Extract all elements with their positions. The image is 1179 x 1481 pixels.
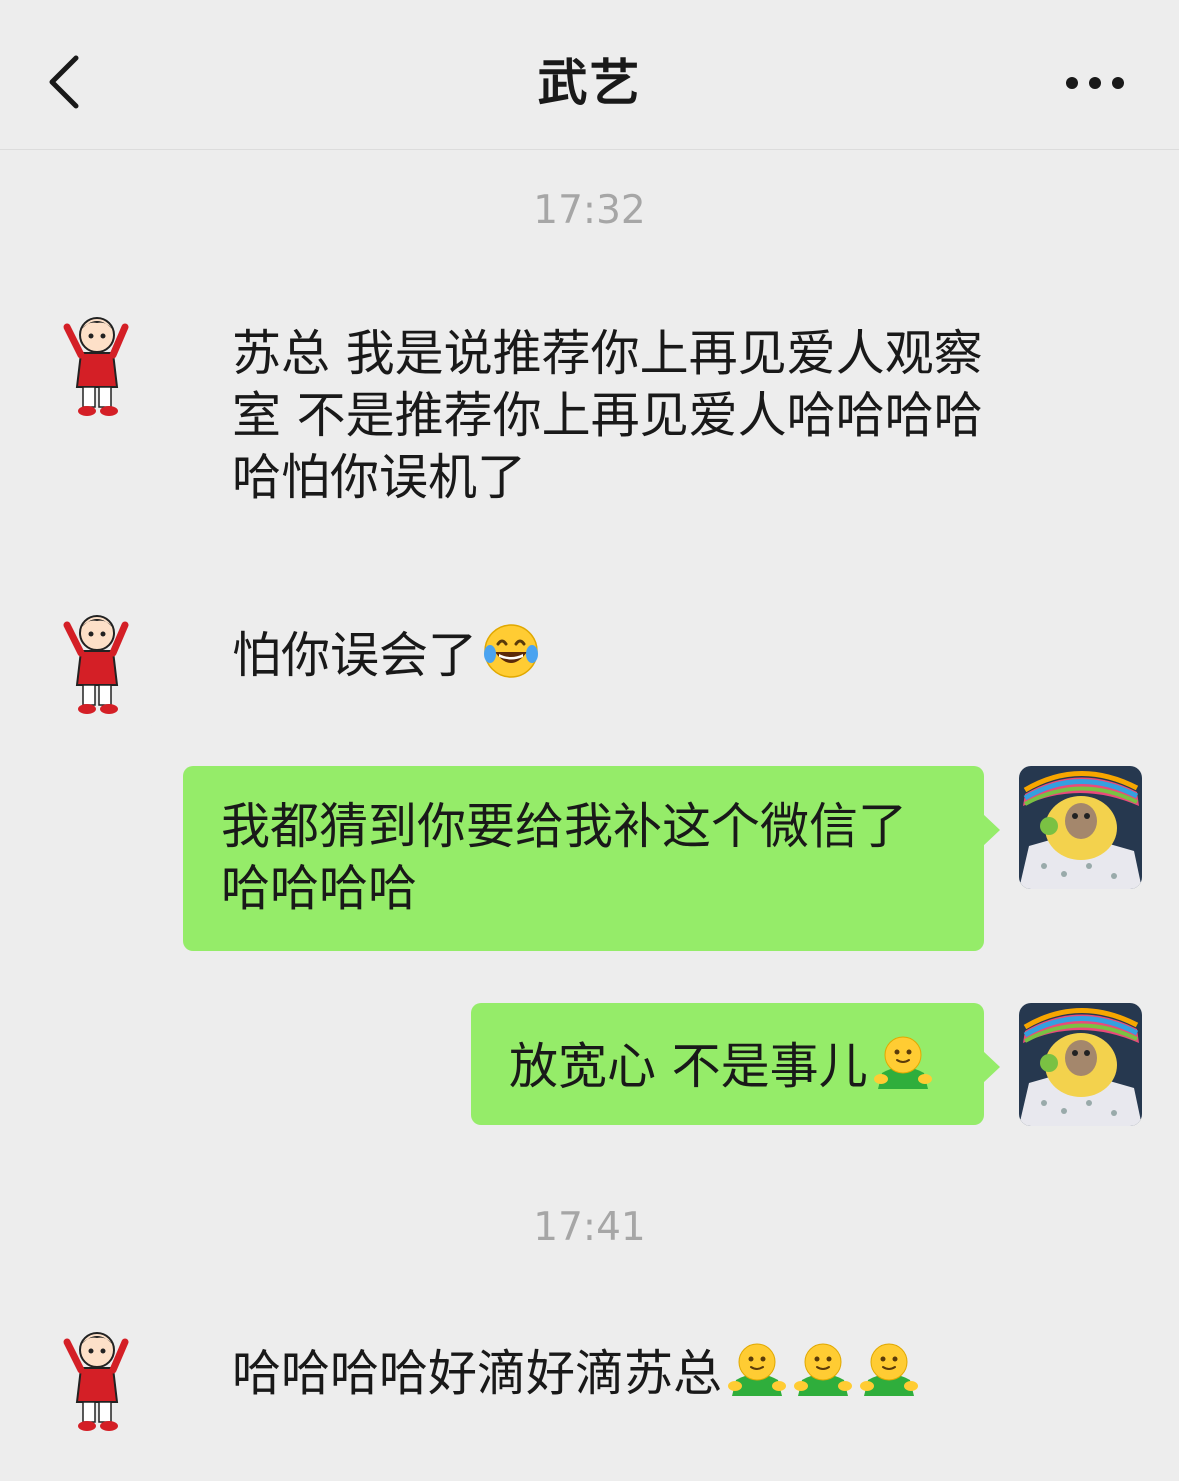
cartoon-boy-avatar-icon bbox=[39, 305, 162, 428]
outgoing-message-bubble[interactable]: 我都猜到你要给我补这个微信了哈哈哈哈 bbox=[183, 766, 1000, 951]
cartoon-boy-avatar-icon bbox=[39, 603, 162, 726]
rainbow-hat-doll-avatar-icon bbox=[1019, 1003, 1142, 1126]
more-button[interactable] bbox=[1062, 66, 1130, 100]
contact-avatar[interactable] bbox=[39, 1320, 162, 1443]
my-avatar[interactable] bbox=[1019, 1003, 1142, 1126]
message-text: 怕你误会了 bbox=[232, 627, 478, 684]
chat-header: 武艺 bbox=[0, 0, 1179, 150]
incoming-message: 苏总 我是说推荐你上再见爱人观察室 不是推荐你上再见爱人哈哈哈哈哈怕你误机了 bbox=[232, 325, 983, 506]
contact-avatar[interactable] bbox=[39, 603, 162, 726]
incoming-message: 哈哈哈哈好滴好滴苏总 bbox=[232, 1340, 1092, 1405]
my-avatar[interactable] bbox=[1019, 766, 1142, 889]
outgoing-message-bubble[interactable]: 放宽心 不是事儿 bbox=[471, 1003, 1000, 1125]
green-buddy-emoji-icon bbox=[794, 1343, 853, 1396]
laughing-tears-emoji-icon bbox=[484, 624, 539, 678]
timestamp: 17:41 bbox=[533, 1205, 646, 1250]
message-text: 哈哈哈哈好滴好滴苏总 bbox=[232, 1345, 723, 1402]
chat-title: 武艺 bbox=[537, 54, 642, 112]
bubble-tail bbox=[983, 814, 1000, 846]
rainbow-hat-doll-avatar-icon bbox=[1019, 766, 1142, 889]
green-buddy-emoji-icon bbox=[873, 1036, 932, 1089]
contact-avatar[interactable] bbox=[39, 305, 162, 428]
bubble-tail bbox=[983, 1051, 1000, 1083]
message-text: 我都猜到你要给我补这个微信了哈哈哈哈 bbox=[221, 798, 908, 917]
cartoon-boy-avatar-icon bbox=[39, 1320, 162, 1443]
green-buddy-emoji-icon bbox=[860, 1343, 919, 1396]
more-dots-icon bbox=[1066, 77, 1124, 89]
incoming-message: 怕你误会了 bbox=[232, 622, 992, 687]
green-buddy-emoji-icon bbox=[728, 1343, 787, 1396]
message-text: 放宽心 不是事儿 bbox=[509, 1038, 868, 1095]
timestamp: 17:32 bbox=[533, 188, 646, 233]
